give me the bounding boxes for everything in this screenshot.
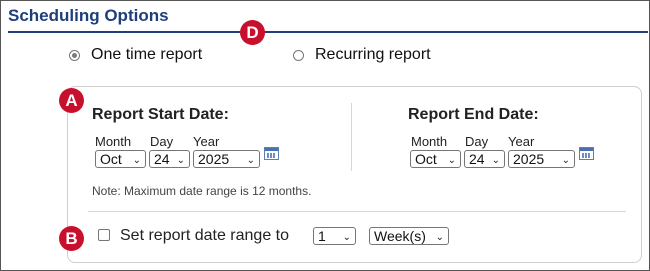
start-month-label: Month xyxy=(95,134,132,149)
end-day-value: 24 xyxy=(469,151,485,167)
chevron-down-icon: ⌄ xyxy=(561,155,570,166)
chevron-down-icon: ⌄ xyxy=(447,155,456,166)
section-title: Scheduling Options xyxy=(8,6,169,25)
end-day-label: Day xyxy=(465,134,489,149)
scheduling-options-panel: Scheduling Options One time report Recur… xyxy=(0,0,650,271)
range-count-select[interactable]: 1 ⌄ xyxy=(313,227,356,245)
end-month-label: Month xyxy=(411,134,448,149)
start-year-value: 2025 xyxy=(198,151,230,167)
range-divider xyxy=(88,211,626,212)
one-time-report-option[interactable]: One time report xyxy=(69,46,202,64)
start-year-label: Year xyxy=(193,134,220,149)
callout-badge-d: D xyxy=(240,20,265,45)
chevron-down-icon: ⌄ xyxy=(435,232,444,243)
recurring-report-label: Recurring report xyxy=(315,46,431,63)
end-day-select[interactable]: 24 ⌄ xyxy=(464,150,505,168)
recurring-report-radio[interactable] xyxy=(293,49,304,61)
max-range-note: Note: Maximum date range is 12 months. xyxy=(92,184,312,198)
range-unit-value: Week(s) xyxy=(374,228,426,244)
section-divider xyxy=(8,31,648,33)
one-time-report-label: One time report xyxy=(91,46,203,63)
end-month-select[interactable]: Oct ⌄ xyxy=(410,150,461,168)
range-unit-select[interactable]: Week(s) ⌄ xyxy=(369,227,449,245)
callout-badge-b: B xyxy=(59,226,84,251)
one-time-report-radio[interactable] xyxy=(69,49,80,61)
set-range-label: Set report date range to xyxy=(120,227,289,244)
start-month-select[interactable]: Oct ⌄ xyxy=(95,150,146,168)
end-calendar-icon[interactable] xyxy=(579,147,594,160)
start-month-value: Oct xyxy=(100,151,122,167)
start-day-value: 24 xyxy=(154,151,170,167)
end-year-select[interactable]: 2025 ⌄ xyxy=(508,150,575,168)
end-date-title: Report End Date: xyxy=(408,106,539,123)
recurring-report-option[interactable]: Recurring report xyxy=(293,46,431,64)
callout-badge-a: A xyxy=(59,88,84,113)
end-year-label: Year xyxy=(508,134,535,149)
chevron-down-icon: ⌄ xyxy=(342,232,351,243)
chevron-down-icon: ⌄ xyxy=(132,155,141,166)
chevron-down-icon: ⌄ xyxy=(176,155,185,166)
chevron-down-icon: ⌄ xyxy=(246,155,255,166)
start-year-select[interactable]: 2025 ⌄ xyxy=(193,150,260,168)
end-year-value: 2025 xyxy=(513,151,545,167)
start-day-select[interactable]: 24 ⌄ xyxy=(149,150,190,168)
set-range-checkbox[interactable] xyxy=(98,229,110,241)
date-column-divider xyxy=(351,103,352,171)
range-count-value: 1 xyxy=(318,228,326,244)
end-month-value: Oct xyxy=(415,151,437,167)
start-calendar-icon[interactable] xyxy=(264,147,279,160)
start-date-title: Report Start Date: xyxy=(92,106,229,123)
start-day-label: Day xyxy=(150,134,174,149)
chevron-down-icon: ⌄ xyxy=(491,155,500,166)
date-range-panel: Report Start Date: Month Day Year Oct ⌄ 2… xyxy=(67,86,642,263)
